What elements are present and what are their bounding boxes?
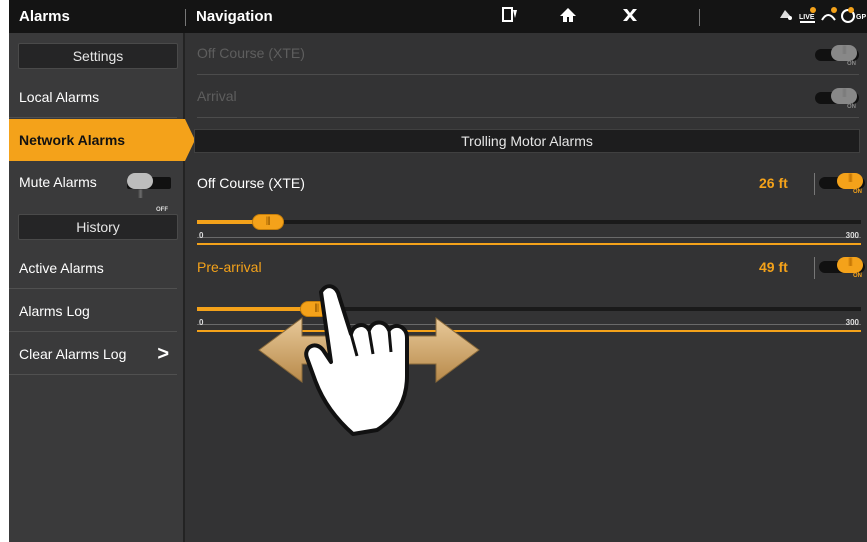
home-icon[interactable] [559, 6, 577, 29]
slider-rail [197, 220, 861, 224]
off-course-disabled-row: Off Course (XTE) ON [197, 33, 859, 75]
icon-divider [699, 9, 700, 26]
slider-scale [197, 230, 861, 238]
off-course-toggle[interactable]: ON [819, 172, 865, 195]
toggle-knob [837, 172, 863, 189]
slider-underline [197, 243, 861, 245]
sonar-status-icon [820, 6, 838, 29]
alarms-screen: Alarms Navigation LIVE GP Settings Local… [9, 0, 867, 542]
sidebar-item-active-alarms[interactable]: Active Alarms [9, 247, 177, 289]
pre-arrival-toggle[interactable]: ON [819, 256, 865, 279]
sidebar-item-mute-alarms[interactable]: Mute Alarms OFF [9, 161, 177, 214]
chevron-right-icon: > [157, 343, 169, 365]
connection-status-icon [778, 6, 794, 27]
toggle-knob [831, 87, 857, 104]
title-divider [185, 9, 186, 26]
toggle-knob [831, 44, 857, 61]
mute-alarms-label: Mute Alarms [19, 174, 97, 190]
waypoint-icon[interactable] [501, 6, 519, 29]
arrival-disabled-toggle: ON [815, 87, 859, 110]
svg-text:LIVE: LIVE [799, 14, 815, 21]
off-course-disabled-label: Off Course (XTE) [197, 45, 305, 61]
toggle-state-label: ON [853, 189, 862, 195]
arrival-disabled-row: Arrival ON [197, 76, 859, 118]
off-course-slider[interactable]: 0 300 [197, 214, 861, 245]
sidebar-item-alarms-log[interactable]: Alarms Log [9, 290, 177, 332]
settings-header: Settings [18, 43, 178, 69]
sidebar: Settings Local Alarms Network Alarms Mut… [9, 33, 195, 542]
gps-status-icon: GP [841, 6, 867, 29]
history-header: History [18, 214, 178, 240]
sidebar-item-local-alarms[interactable]: Local Alarms [9, 76, 177, 118]
live-sonar-status-icon: LIVE [799, 6, 817, 29]
pre-arrival-value: 49 ft [759, 259, 788, 275]
arrival-disabled-label: Arrival [197, 88, 237, 104]
app-title: Alarms [19, 8, 70, 25]
clear-alarms-log-label: Clear Alarms Log [19, 346, 127, 362]
off-course-value: 26 ft [759, 175, 788, 191]
slider-max-label: 300 [845, 318, 859, 327]
toggle-state-label: ON [853, 273, 862, 279]
navigation-menu[interactable]: Navigation [196, 8, 273, 25]
swipe-gesture-icon [258, 284, 480, 436]
toggle-knob [127, 172, 153, 214]
slider-thumb[interactable] [251, 214, 284, 230]
mute-alarms-toggle[interactable]: OFF [127, 172, 171, 214]
close-icon[interactable] [621, 6, 639, 29]
value-divider [814, 257, 815, 279]
off-course-disabled-toggle: ON [815, 44, 859, 67]
toggle-knob [837, 256, 863, 273]
top-bar: Alarms Navigation LIVE GP [9, 0, 867, 33]
slider-min-label: 0 [199, 231, 204, 240]
slider-min-label: 0 [199, 318, 204, 327]
slider-max-label: 300 [845, 231, 859, 240]
value-divider [814, 173, 815, 195]
sidebar-item-clear-alarms-log[interactable]: Clear Alarms Log > [9, 333, 177, 375]
off-course-label: Off Course (XTE) [197, 175, 305, 191]
trolling-motor-alarms-header: Trolling Motor Alarms [194, 129, 860, 153]
toggle-state-label: ON [847, 104, 856, 110]
toggle-state-label: ON [847, 61, 856, 67]
pre-arrival-label: Pre-arrival [197, 259, 262, 275]
svg-text:GP: GP [856, 14, 866, 21]
sidebar-item-network-alarms[interactable]: Network Alarms [9, 119, 195, 161]
